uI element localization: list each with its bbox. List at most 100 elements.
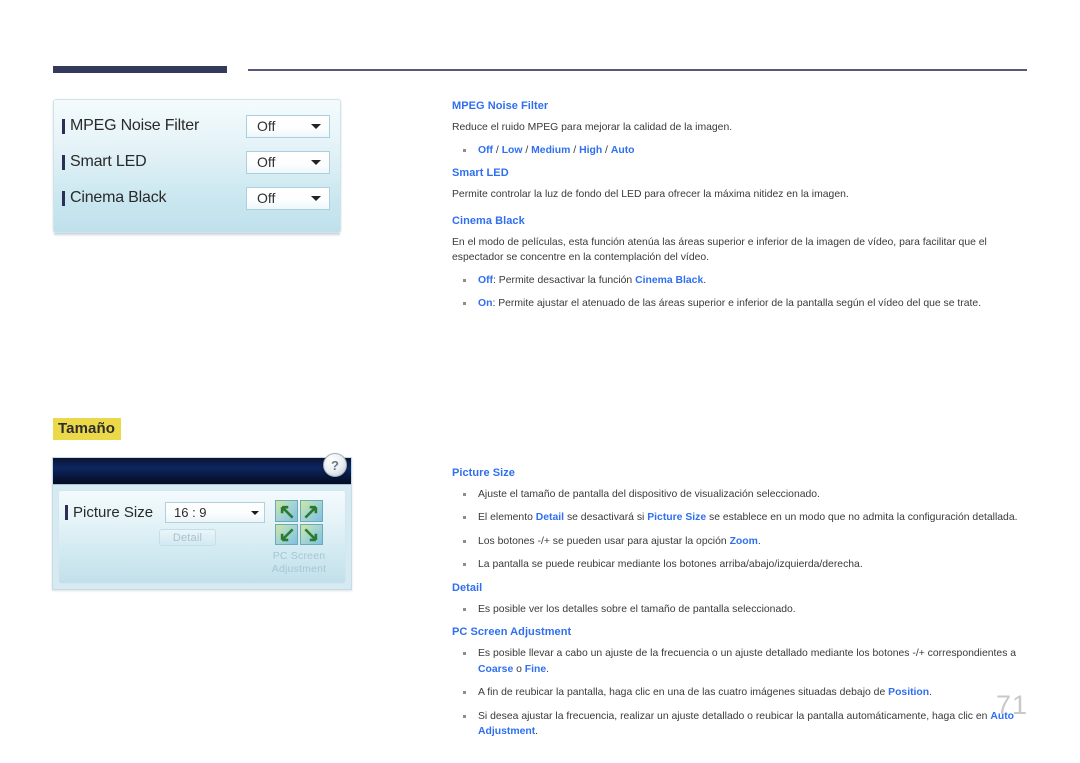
- option-row-cinema-black: Cinema Black Off: [62, 180, 330, 216]
- keyword-position: Position: [888, 687, 930, 698]
- position-grid-icon[interactable]: [275, 500, 323, 545]
- list-item: Es posible llevar a cabo un ajuste de la…: [452, 646, 1028, 677]
- documentation-text-column: MPEG Noise Filter Reduce el ruido MPEG p…: [452, 99, 1028, 748]
- doc-bullets-cinema-black: Off: Permite desactivar la función Cinem…: [452, 273, 1028, 312]
- dropdown-picture-size[interactable]: 16 : 9: [165, 502, 265, 523]
- list-item: Off / Low / Medium / High / Auto: [452, 143, 1028, 159]
- position-cell-top-left[interactable]: [275, 500, 298, 522]
- page-number: 71: [995, 690, 1028, 720]
- bullet-tick-icon: [62, 118, 65, 134]
- doc-heading-mpeg-noise-filter: MPEG Noise Filter: [452, 100, 549, 112]
- option-label-smart-led: Smart LED: [62, 153, 246, 171]
- doc-bullets-mpeg-options: Off / Low / Medium / High / Auto: [452, 143, 1028, 159]
- detail-button[interactable]: Detail: [159, 529, 216, 546]
- dropdown-smart-led[interactable]: Off: [246, 150, 330, 174]
- bullet-text: A fin de reubicar la pantalla, haga clic…: [478, 687, 889, 698]
- bullet-text: Es posible llevar a cabo un ajuste de la…: [478, 648, 1017, 659]
- bullet-text: Los botones -/+ se pueden usar para ajus…: [478, 535, 730, 547]
- left-figure-column: MPEG Noise Filter Off Smart LED Off Cine…: [0, 0, 420, 763]
- bullet-text: .: [535, 726, 539, 737]
- option-low: Low: [501, 144, 523, 156]
- position-cell-top-right[interactable]: [300, 500, 323, 522]
- chevron-down-icon: [311, 159, 321, 165]
- picture-options-panel: MPEG Noise Filter Off Smart LED Off Cine…: [53, 99, 341, 237]
- list-item: Off: Permite desactivar la función Cinem…: [452, 273, 1028, 289]
- keyword-picture-size: Picture Size: [647, 512, 707, 523]
- position-cell-bottom-right[interactable]: [300, 523, 323, 545]
- keyword-off: Off: [478, 274, 494, 286]
- picture-size-label: Picture Size: [65, 504, 165, 521]
- list-item: Si desea ajustar la frecuencia, realizar…: [452, 709, 1028, 740]
- doc-paragraph-mpeg: Reduce el ruido MPEG para mejorar la cal…: [452, 122, 733, 133]
- option-high: High: [579, 144, 603, 156]
- chevron-down-icon: [251, 510, 259, 515]
- doc-heading-picture-size: Picture Size: [452, 466, 515, 479]
- bullet-text: .: [929, 687, 933, 698]
- dropdown-value: Off: [257, 154, 276, 170]
- list-item: El elemento Detail se desactivará si Pic…: [452, 510, 1028, 526]
- picture-size-label-text: Picture Size: [73, 504, 154, 521]
- bullet-text: Ajuste el tamaño de pantalla del disposi…: [478, 488, 820, 500]
- option-medium: Medium: [531, 144, 571, 156]
- option-separator: /: [570, 144, 580, 156]
- list-item: La pantalla se puede reubicar mediante l…: [452, 557, 1028, 573]
- doc-heading-detail: Detail: [452, 581, 483, 594]
- bullet-text: Si desea ajustar la frecuencia, realizar…: [478, 710, 991, 722]
- option-row-smart-led: Smart LED Off: [62, 144, 330, 180]
- bullet-text: Es posible ver los detalles sobre el tam…: [478, 603, 796, 615]
- bullet-text: o: [513, 663, 525, 675]
- section-heading-tamano: Tamaño: [53, 418, 121, 440]
- position-cell-bottom-left[interactable]: [275, 523, 298, 545]
- help-icon[interactable]: ?: [323, 453, 347, 477]
- bullet-tick-icon: [65, 505, 68, 520]
- bullet-text: se establece en un modo que no admita la…: [706, 512, 1018, 523]
- keyword-coarse: Coarse: [478, 663, 514, 675]
- chevron-down-icon: [311, 195, 321, 201]
- option-label-cinema-black: Cinema Black: [62, 189, 246, 207]
- doc-heading-cinema-black: Cinema Black: [452, 214, 525, 227]
- pcsa-label-line2: Adjustment: [271, 563, 327, 575]
- doc-bullets-pc-screen-adjustment: Es posible llevar a cabo un ajuste de la…: [452, 646, 1028, 740]
- option-label-text: Cinema Black: [70, 189, 167, 206]
- arrow-down-right-icon: [304, 527, 318, 541]
- doc-paragraph-smart-led: Permite controlar la luz de fondo del LE…: [452, 189, 849, 200]
- keyword-zoom: Zoom: [729, 535, 758, 547]
- bullet-text: .: [546, 663, 550, 675]
- keyword-cinema-black: Cinema Black: [635, 274, 704, 286]
- bullet-text: se desactivará si: [564, 512, 648, 523]
- bullet-text: : Permite ajustar el atenuado de las áre…: [492, 298, 982, 309]
- option-separator: /: [493, 144, 502, 156]
- keyword-on: On: [478, 298, 493, 309]
- panel-body: Picture Size 16 : 9 Detail PC Screen Adj…: [58, 490, 346, 584]
- pc-screen-adjustment-control[interactable]: PC Screen Adjustment: [261, 500, 337, 576]
- chevron-down-icon: [311, 123, 321, 129]
- option-separator: /: [602, 144, 611, 156]
- bullet-tick-icon: [62, 190, 65, 206]
- doc-heading-smart-led: Smart LED: [452, 167, 509, 179]
- dropdown-cinema-black[interactable]: Off: [246, 186, 330, 210]
- doc-bullets-detail: Es posible ver los detalles sobre el tam…: [452, 602, 1028, 618]
- option-separator: /: [522, 144, 532, 156]
- pc-screen-adjustment-label: PC Screen Adjustment: [261, 550, 337, 576]
- bullet-text-end: .: [703, 274, 707, 286]
- doc-heading-pc-screen-adjustment: PC Screen Adjustment: [452, 626, 572, 638]
- keyword-detail: Detail: [535, 512, 565, 523]
- arrow-up-left-icon: [280, 505, 294, 519]
- dropdown-mpeg-noise-filter[interactable]: Off: [246, 114, 330, 138]
- option-off: Off: [478, 144, 494, 156]
- option-label-text: MPEG Noise Filter: [70, 117, 200, 134]
- list-item: Es posible ver los detalles sobre el tam…: [452, 602, 1028, 618]
- dropdown-value: Off: [257, 190, 276, 206]
- list-item: Los botones -/+ se pueden usar para ajus…: [452, 534, 1028, 550]
- bullet-tick-icon: [62, 154, 65, 170]
- bullet-text: .: [757, 535, 761, 547]
- dropdown-value: Off: [257, 118, 276, 134]
- keyword-fine: Fine: [524, 663, 547, 675]
